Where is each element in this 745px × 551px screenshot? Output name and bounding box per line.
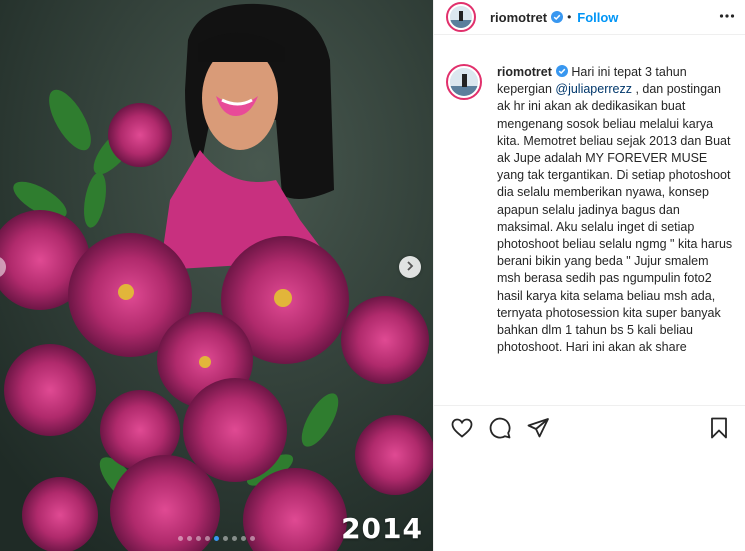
post-side-panel: riomotret • Follow riomotret Hari ini te… [433, 0, 745, 551]
verified-badge-icon [551, 11, 564, 23]
carousel-dot [205, 536, 210, 541]
verified-badge-icon [555, 65, 568, 77]
post-photo [0, 0, 433, 551]
caption-avatar[interactable] [446, 64, 482, 100]
bookmark-icon[interactable] [707, 416, 731, 445]
follow-button[interactable]: Follow [577, 10, 618, 25]
carousel-dot [178, 536, 183, 541]
heart-icon[interactable] [450, 416, 474, 445]
photo-year-label: 2014 [341, 512, 423, 545]
carousel-dot [232, 536, 237, 541]
carousel-dot [223, 536, 228, 541]
action-bar [434, 405, 745, 450]
chevron-right-icon [405, 258, 415, 276]
carousel-dot [250, 536, 255, 541]
more-options-icon[interactable] [719, 8, 735, 29]
caption-body-end: , dan postingan ak hr ini akan ak dedika… [497, 82, 733, 355]
carousel-dot [214, 536, 219, 541]
caption-section: riomotret Hari ini tepat 3 tahun kepergi… [446, 64, 735, 404]
comment-icon[interactable] [488, 416, 512, 445]
caption-mention-link[interactable]: @juliaperrezz [555, 82, 632, 96]
carousel-dot [187, 536, 192, 541]
avatar[interactable] [446, 2, 476, 32]
caption-username[interactable]: riomotret [497, 65, 552, 79]
header-separator: • [567, 10, 572, 24]
next-slide-button[interactable] [399, 256, 421, 278]
carousel-dot [241, 536, 246, 541]
post-media[interactable]: 2014 [0, 0, 433, 551]
post-header: riomotret • Follow [434, 0, 745, 35]
carousel-dot [196, 536, 201, 541]
caption-text: riomotret Hari ini tepat 3 tahun kepergi… [497, 64, 734, 356]
header-username[interactable]: riomotret [490, 10, 547, 25]
paper-plane-icon[interactable] [526, 416, 550, 445]
